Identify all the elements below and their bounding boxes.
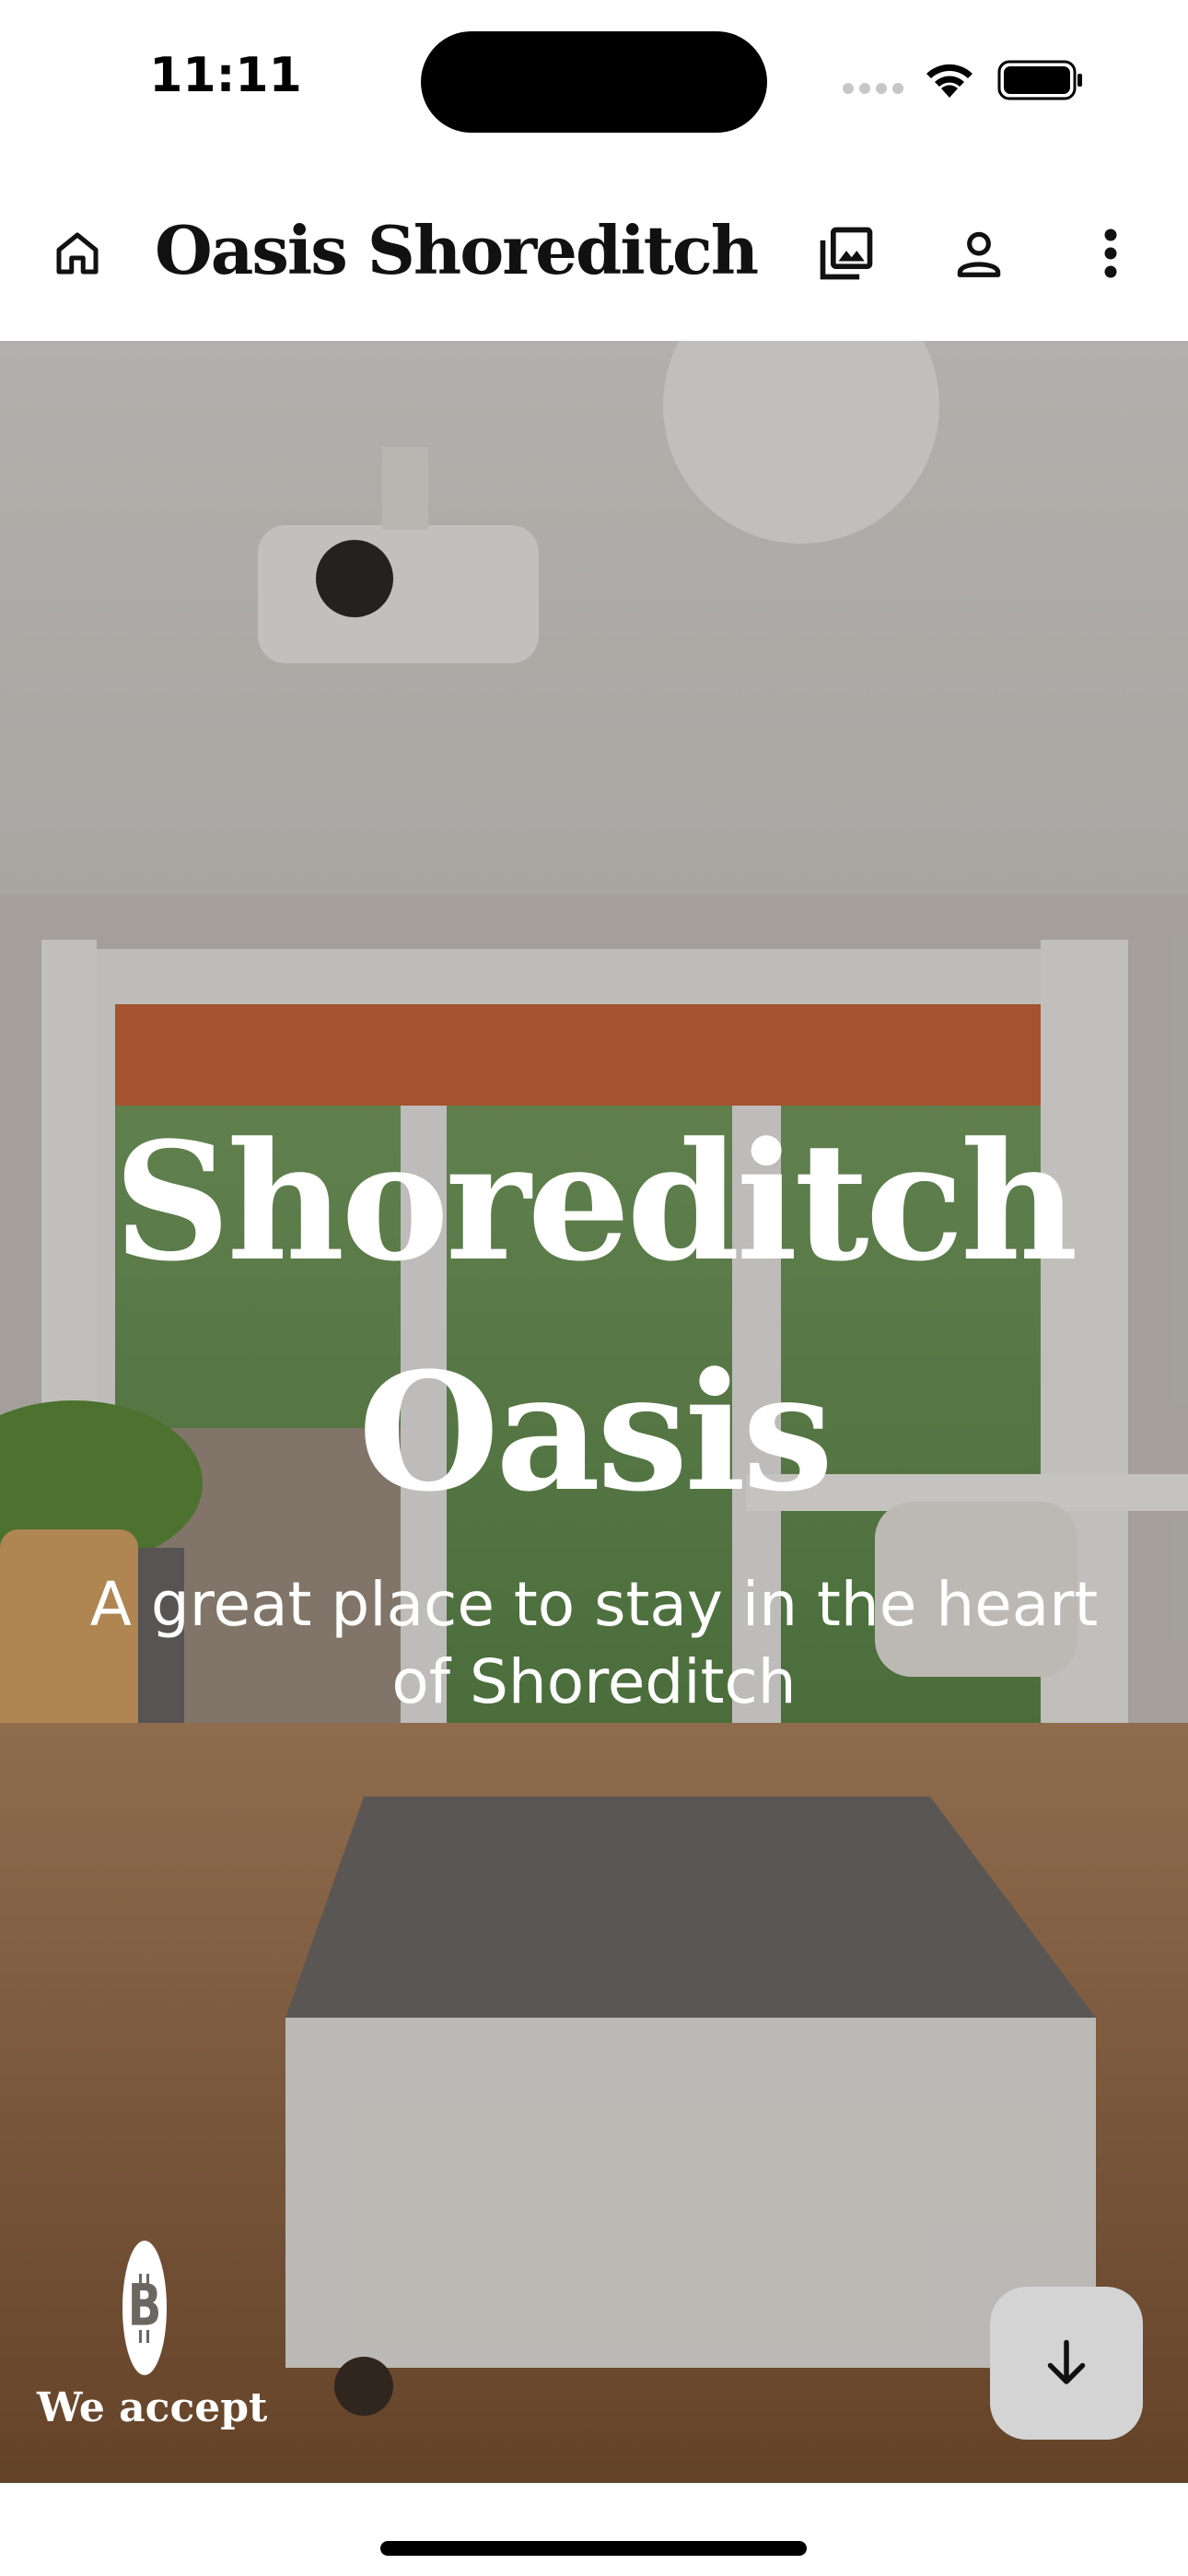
hero-title: Shoreditch Oasis — [113, 1107, 1078, 1528]
site-title[interactable]: Oasis Shoreditch — [155, 205, 759, 297]
battery-icon — [997, 60, 1082, 100]
more-options-button[interactable] — [1074, 214, 1147, 293]
arrow-down-icon — [1047, 2339, 1086, 2384]
home-button[interactable] — [41, 217, 114, 290]
dynamic-island — [421, 31, 767, 133]
app-header: Oasis Shoreditch — [0, 166, 1188, 341]
payment-badge[interactable]: B We accept — [37, 2239, 267, 2451]
hero-section: Shoreditch Oasis A great place to stay i… — [0, 341, 1188, 2483]
cellular-signal-icon — [843, 83, 903, 94]
person-icon — [957, 231, 1001, 277]
we-accept-label: We accept — [37, 2384, 268, 2431]
home-indicator[interactable] — [380, 2541, 807, 2556]
account-button[interactable] — [939, 214, 1019, 293]
bitcoin-icon: B — [122, 2241, 167, 2375]
gallery-button[interactable] — [807, 214, 886, 293]
status-time: 11:11 — [149, 48, 302, 103]
more-vert-icon — [1104, 228, 1117, 278]
hero-subtitle: A great place to stay in the heart of Sh… — [89, 1569, 1099, 1717]
status-bar: 11:11 — [0, 0, 1188, 166]
wifi-icon — [926, 64, 973, 98]
svg-text:B: B — [128, 2272, 162, 2339]
photo-library-icon — [820, 227, 873, 280]
scroll-down-button[interactable] — [990, 2287, 1143, 2440]
home-icon — [56, 232, 99, 275]
